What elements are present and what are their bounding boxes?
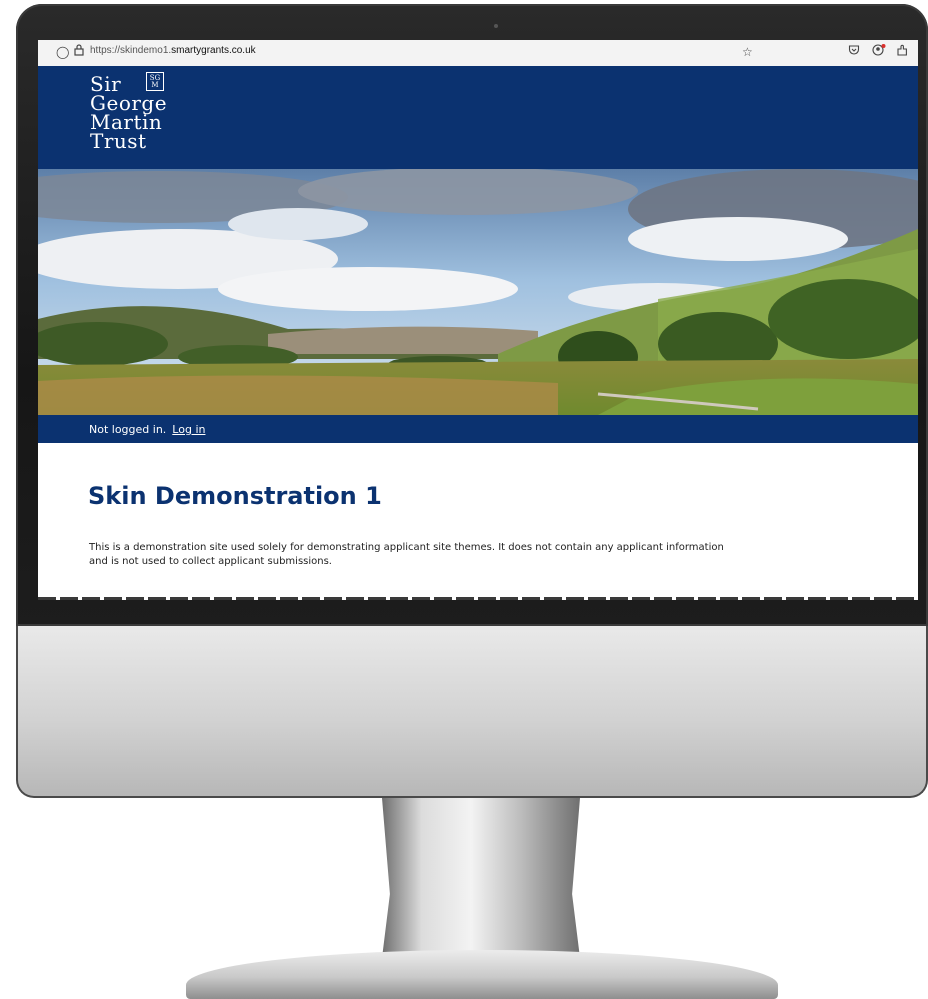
logo-line: Trust [90, 129, 147, 153]
screen-divider [38, 597, 918, 600]
pocket-icon[interactable] [848, 44, 860, 60]
url-field[interactable]: https://skindemo1.smartygrants.co.uk [90, 45, 256, 56]
account-icon[interactable] [872, 44, 886, 60]
url-prefix: https://skindemo1. [90, 45, 172, 56]
shield-icon[interactable]: ◯ [56, 44, 69, 60]
login-status-bar: Not logged in. Log in [38, 415, 918, 443]
bookmark-star-icon[interactable]: ☆ [742, 44, 753, 60]
monitor-stand-base [186, 950, 778, 999]
webcam-icon [494, 24, 498, 28]
login-status-text: Not logged in. [89, 422, 167, 436]
main-content: Skin Demonstration 1 This is a demonstra… [38, 443, 918, 600]
logo-monogram-icon: SG M [146, 72, 164, 91]
lock-icon[interactable] [74, 44, 84, 60]
url-host: smartygrants.co.uk [171, 45, 256, 56]
login-link[interactable]: Log in [172, 423, 205, 436]
page-title: Skin Demonstration 1 [88, 482, 382, 510]
hero-landscape-image [38, 169, 918, 415]
monitor-chin [16, 626, 928, 798]
extensions-icon[interactable] [896, 44, 908, 60]
site-header: Sir George Martin Trust SG M [38, 66, 918, 169]
browser-address-bar: ◯ https://skindemo1.smartygrants.co.uk ☆ [38, 40, 918, 67]
monitor-stand [382, 798, 580, 958]
page-description: This is a demonstration site used solely… [89, 542, 724, 567]
screen: ◯ https://skindemo1.smartygrants.co.uk ☆… [38, 40, 918, 600]
